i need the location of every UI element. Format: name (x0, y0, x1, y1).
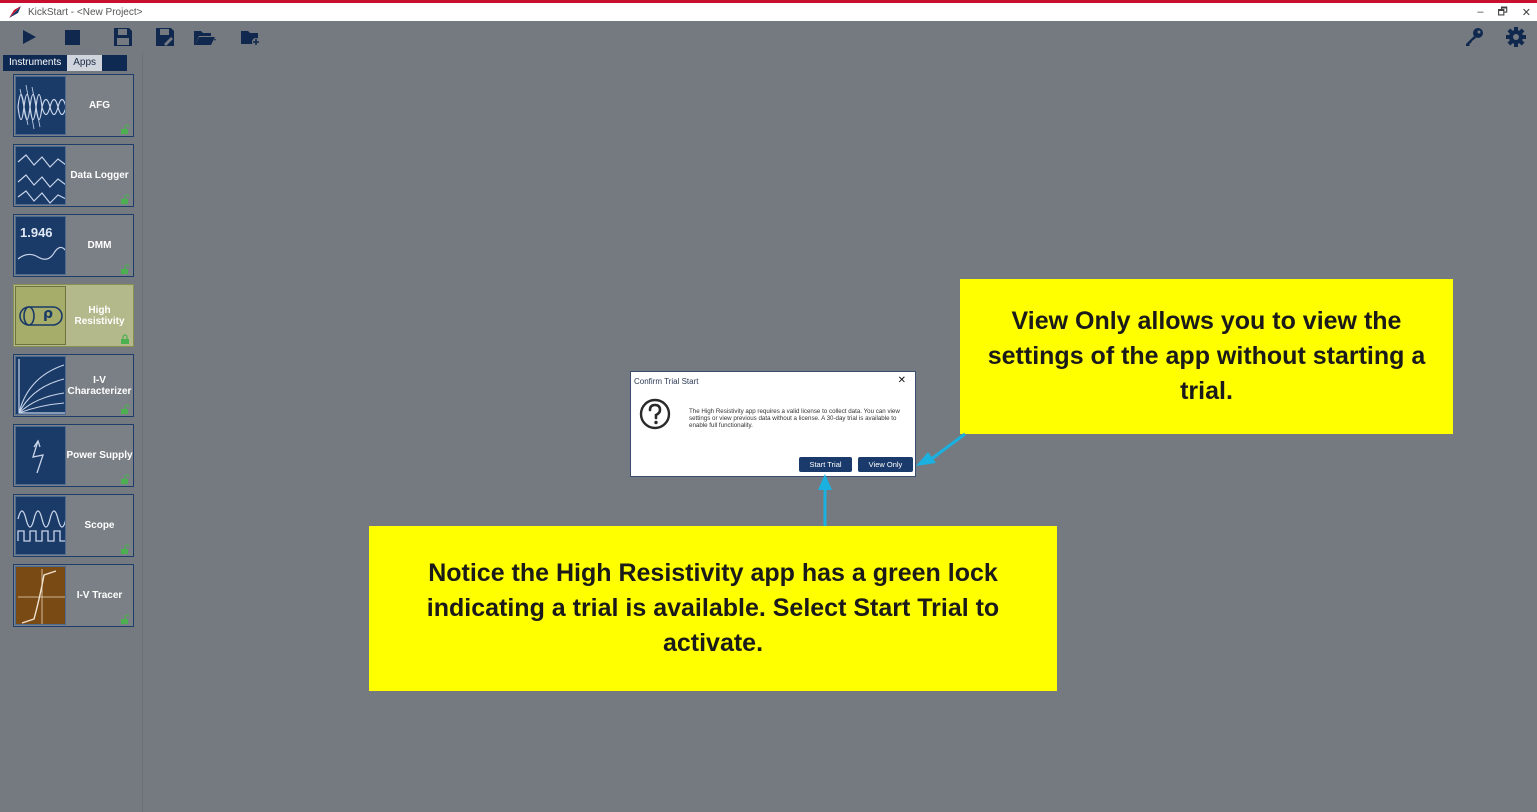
kickstart-logo-icon (9, 6, 21, 18)
rho-symbol: ρ (43, 306, 54, 322)
open-folder-icon (194, 31, 216, 45)
new-folder-icon (241, 31, 260, 46)
unlocked-lock-icon (121, 264, 130, 274)
unlocked-lock-icon (121, 614, 130, 624)
close-button[interactable]: ✕ (1522, 6, 1531, 19)
high-resistivity-icon: ρ (15, 286, 66, 345)
tab-apps[interactable]: Apps (67, 55, 103, 71)
app-card-power-supply[interactable]: Power Supply (13, 424, 134, 487)
restore-button[interactable]: 🗗 (1497, 3, 1507, 22)
iv-tracer-icon (15, 566, 66, 625)
stop-button[interactable] (59, 24, 85, 50)
run-button[interactable] (16, 24, 42, 50)
app-list: AFG Data Logger 1.946 DMM ρ High Resisti… (13, 74, 134, 634)
app-card-iv-characterizer[interactable]: I-V Characterizer (13, 354, 134, 417)
view-only-callout: View Only allows you to view the setting… (960, 279, 1453, 434)
app-card-iv-tracer[interactable]: I-V Tracer (13, 564, 134, 627)
app-card-high-resistivity[interactable]: ρ High Resistivity (13, 284, 134, 347)
unlocked-lock-icon (121, 544, 130, 554)
start-trial-button[interactable]: Start Trial (799, 457, 852, 472)
sidebar-tabs: Instruments Apps (3, 55, 128, 71)
dialog-close-button[interactable]: ✕ (898, 375, 906, 386)
save-as-icon (156, 28, 174, 46)
settings-button[interactable] (1503, 24, 1529, 50)
window-titlebar: KickStart - <New Project> – 🗗 ✕ (0, 3, 1537, 21)
iv-characterizer-icon (15, 356, 66, 415)
unlocked-lock-icon (121, 194, 130, 204)
settings-gear-icon (1506, 27, 1526, 47)
license-key-icon (1466, 28, 1483, 46)
scope-icon (15, 496, 66, 555)
app-card-data-logger[interactable]: Data Logger (13, 144, 134, 207)
run-icon (23, 30, 36, 44)
start-trial-callout: Notice the High Resistivity app has a gr… (369, 526, 1057, 691)
stop-icon (65, 30, 80, 45)
unlocked-lock-icon (121, 124, 130, 134)
arrow-to-view-only (916, 432, 966, 466)
arrow-to-start-trial (818, 474, 832, 526)
app-card-dmm[interactable]: 1.946 DMM (13, 214, 134, 277)
apps-sidebar: Instruments Apps AFG Data Logger 1.946 D… (0, 53, 143, 812)
power-supply-icon (15, 426, 66, 485)
minimize-button[interactable]: – (1477, 6, 1483, 18)
trial-lock-icon (121, 334, 129, 344)
window-controls: – 🗗 ✕ (1477, 3, 1531, 21)
app-card-scope[interactable]: Scope (13, 494, 134, 557)
unlocked-lock-icon (121, 404, 130, 414)
open-project-button[interactable] (192, 24, 218, 50)
app-card-afg[interactable]: AFG (13, 74, 134, 137)
afg-waveform-icon (15, 76, 66, 135)
tab-strip-fill (102, 55, 128, 71)
question-icon (639, 398, 671, 430)
license-button[interactable] (1461, 24, 1487, 50)
dialog-title: Confirm Trial Start (634, 377, 699, 386)
data-logger-icon (15, 146, 66, 205)
dmm-icon: 1.946 (15, 216, 66, 275)
view-only-button[interactable]: View Only (858, 457, 913, 472)
main-toolbar (0, 21, 1537, 53)
window-title: KickStart - <New Project> (28, 6, 143, 18)
save-icon (114, 28, 132, 46)
new-project-button[interactable] (237, 24, 263, 50)
tab-instruments[interactable]: Instruments (3, 55, 68, 71)
unlocked-lock-icon (121, 474, 130, 484)
confirm-trial-dialog: Confirm Trial Start ✕ The High Resistivi… (630, 371, 916, 477)
save-button[interactable] (110, 24, 136, 50)
save-as-button[interactable] (152, 24, 178, 50)
dialog-message: The High Resistivity app requires a vali… (689, 408, 900, 429)
